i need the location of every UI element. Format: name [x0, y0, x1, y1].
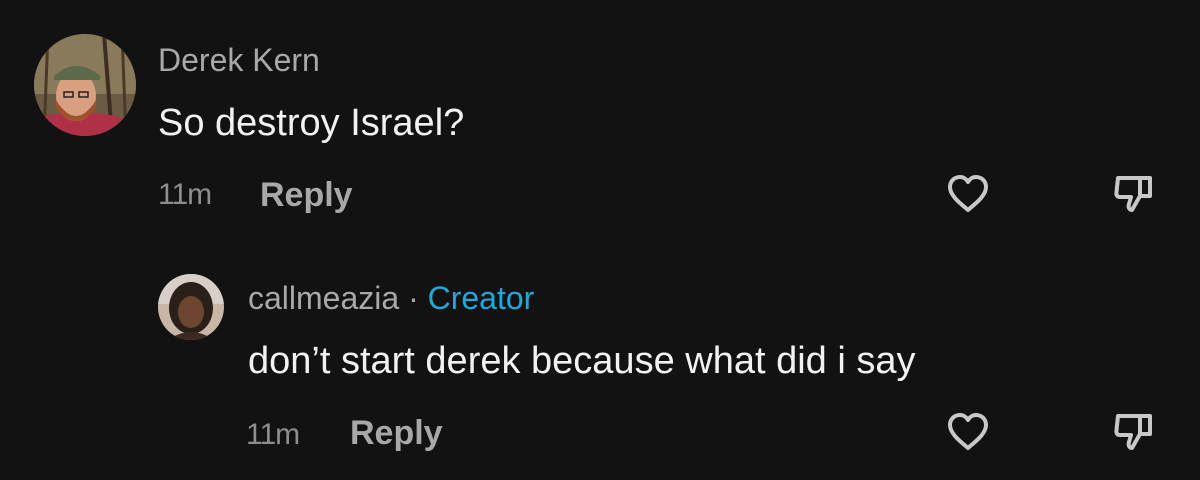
like-button[interactable]	[944, 170, 992, 218]
like-button[interactable]	[944, 408, 992, 456]
thumbs-down-outline-icon	[1114, 414, 1152, 450]
comment-timestamp: 11m	[158, 178, 212, 211]
comment-username[interactable]: Derek Kern	[158, 42, 320, 79]
heart-outline-icon	[948, 175, 988, 212]
dislike-button[interactable]	[1110, 170, 1158, 218]
reply-button[interactable]: Reply	[260, 176, 353, 215]
comment-callmeazia: callmeazia · Creator don’t start derek b…	[0, 240, 1200, 480]
dislike-button[interactable]	[1110, 408, 1158, 456]
comment-timestamp: 11m	[246, 418, 300, 451]
heart-outline-icon	[948, 413, 988, 450]
avatar-derek-kern[interactable]	[34, 34, 136, 136]
username-separator: ·	[408, 280, 419, 316]
comment-text: So destroy Israel?	[158, 102, 465, 144]
reply-button[interactable]: Reply	[350, 414, 443, 453]
avatar-callmeazia[interactable]	[158, 274, 224, 340]
comment-username[interactable]: callmeazia	[248, 280, 399, 316]
comment-derek-kern: Derek Kern So destroy Israel? 11m Reply	[0, 0, 1200, 240]
reply-username-row: callmeazia · Creator	[248, 280, 534, 317]
thumbs-down-outline-icon	[1114, 176, 1152, 212]
comment-text: don’t start derek because what did i say	[248, 340, 916, 382]
creator-badge: Creator	[427, 280, 535, 316]
